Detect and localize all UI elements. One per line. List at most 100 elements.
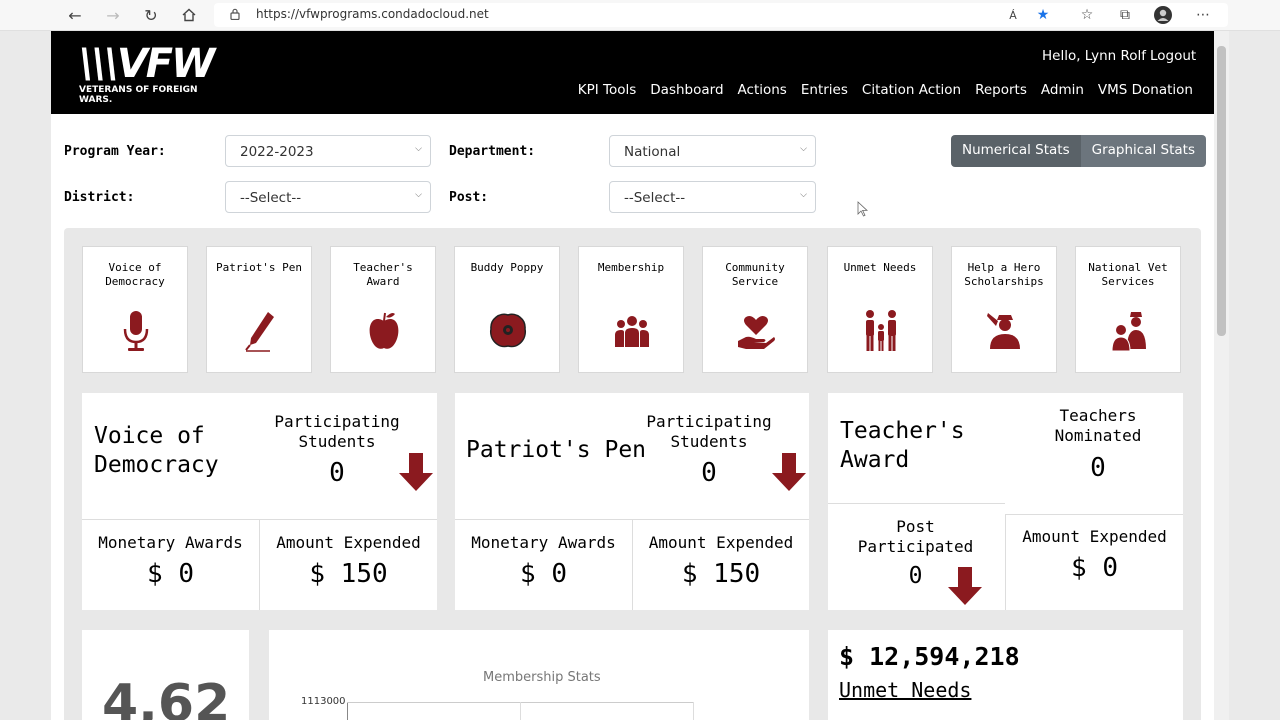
stats-title: Patriot's Pen: [466, 437, 647, 463]
forward-icon[interactable]: →: [101, 4, 125, 26]
district-label: District:: [64, 190, 135, 205]
participating-students-value: 0: [329, 458, 345, 488]
group-icon: [615, 316, 649, 347]
chevron-down-icon: ⌵: [415, 144, 422, 154]
mouse-cursor-icon: [857, 201, 869, 217]
divider: [1005, 514, 1183, 515]
post-participated-value: 0: [908, 563, 923, 589]
unmet-needs-card: $ 12,594,218 Unmet Needs: [828, 630, 1183, 720]
teachers-award-stats: Teacher's Award Teachers Nominated 0 Pos…: [828, 393, 1183, 610]
graphical-stats-button[interactable]: Graphical Stats: [1080, 135, 1206, 167]
amount-expended-value: $ 0: [1071, 553, 1118, 583]
program-year-value: 2022-2023: [240, 144, 314, 160]
down-arrow-icon: [772, 453, 806, 491]
apple-icon: [369, 312, 399, 349]
page: \\\VFW VETERANS OF FOREIGN WARS. Hello, …: [51, 31, 1214, 720]
scrollbar-thumb[interactable]: [1217, 46, 1226, 336]
chevron-down-icon: ⌵: [800, 190, 807, 200]
collections-icon[interactable]: ⧉: [1116, 6, 1134, 24]
right-gutter: [1229, 31, 1280, 720]
card-label: Buddy Poppy: [470, 261, 544, 274]
profile-avatar-icon[interactable]: [1154, 6, 1172, 24]
read-aloud-icon[interactable]: Á: [1004, 6, 1022, 24]
logout-link[interactable]: Logout: [1150, 48, 1196, 64]
monetary-awards-value: $ 0: [520, 559, 567, 589]
card-label: Membership: [597, 261, 665, 274]
amount-expended-label: Amount Expended: [1022, 527, 1167, 546]
reload-icon[interactable]: ↻: [139, 4, 163, 26]
poppy-icon: [489, 313, 527, 348]
stats-title: Teacher's Award: [840, 418, 965, 473]
user-greeting: Hello, Lynn Rolf: [1042, 48, 1147, 64]
post-label: Post:: [449, 190, 489, 205]
heart-hand-icon: [738, 316, 775, 349]
site-header: \\\VFW VETERANS OF FOREIGN WARS. Hello, …: [51, 31, 1214, 114]
voice-of-democracy-stats: Voice of Democracy Participating Student…: [82, 393, 437, 610]
lock-icon: [230, 8, 240, 20]
favorite-star-icon[interactable]: ★: [1034, 6, 1052, 24]
nav-reports[interactable]: Reports: [975, 82, 1027, 98]
stats-title: Voice of Democracy: [94, 423, 219, 478]
post-select[interactable]: --Select-- ⌵: [609, 181, 816, 213]
card-label: Patriot's Pen: [215, 261, 303, 274]
card-label: Teacher's Award: [353, 261, 413, 288]
veterans-icon: [1111, 312, 1146, 352]
monetary-awards-label: Monetary Awards: [471, 533, 616, 552]
stats-view-toggle: Numerical Stats Graphical Stats: [951, 135, 1206, 167]
more-menu-icon[interactable]: ⋯: [1194, 6, 1212, 24]
program-year-label: Program Year:: [64, 144, 166, 159]
amount-expended-value: $ 150: [309, 559, 388, 589]
card-national-vet-services[interactable]: National Vet Services: [1075, 246, 1181, 373]
card-teachers-award[interactable]: Teacher's Award: [330, 246, 436, 373]
unmet-needs-link[interactable]: Unmet Needs: [839, 678, 971, 702]
address-bar[interactable]: https://vfwprograms.condadocloud.net: [214, 3, 1228, 27]
card-voice-of-democracy[interactable]: Voice of Democracy: [82, 246, 188, 373]
gridline: [693, 702, 694, 720]
back-icon[interactable]: ←: [63, 4, 87, 26]
nav-entries[interactable]: Entries: [801, 82, 848, 98]
nav-kpi-tools[interactable]: KPI Tools: [578, 82, 637, 98]
url-text: https://vfwprograms.condadocloud.net: [256, 7, 489, 21]
vfw-logo[interactable]: \\\VFW VETERANS OF FOREIGN WARS.: [79, 44, 229, 105]
favorites-icon[interactable]: ☆: [1078, 6, 1096, 24]
amount-expended-label: Amount Expended: [276, 533, 421, 552]
home-icon[interactable]: [177, 4, 201, 26]
district-select[interactable]: --Select-- ⌵: [225, 181, 431, 213]
numerical-stats-button[interactable]: Numerical Stats: [951, 135, 1081, 167]
card-buddy-poppy[interactable]: Buddy Poppy: [454, 246, 560, 373]
nav-dashboard[interactable]: Dashboard: [650, 82, 723, 98]
dashboard-panel: Voice of Democracy Patriot's Pen Teacher…: [64, 228, 1201, 720]
unmet-needs-amount: $ 12,594,218: [839, 642, 1020, 671]
down-arrow-icon: [948, 567, 982, 605]
page-scrollbar[interactable]: [1214, 31, 1229, 720]
card-membership[interactable]: Membership: [578, 246, 684, 373]
participating-students-label: Participating Students: [274, 412, 400, 451]
chevron-down-icon: ⌵: [800, 144, 807, 154]
nav-admin[interactable]: Admin: [1041, 82, 1084, 98]
nav-vms-donation[interactable]: VMS Donation: [1098, 82, 1193, 98]
program-year-select[interactable]: 2022-2023 ⌵: [225, 135, 431, 167]
card-unmet-needs[interactable]: Unmet Needs: [827, 246, 933, 373]
card-help-a-hero-scholarships[interactable]: Help a Hero Scholarships: [951, 246, 1057, 373]
card-patriots-pen[interactable]: Patriot's Pen: [206, 246, 312, 373]
teachers-nominated-label: Teachers Nominated: [1054, 406, 1142, 445]
left-gutter: [0, 31, 51, 720]
membership-total-card: 4,62: [82, 630, 249, 720]
card-community-service[interactable]: Community Service: [702, 246, 808, 373]
nav-citation-action[interactable]: Citation Action: [862, 82, 961, 98]
chevron-down-icon: ⌵: [415, 190, 422, 200]
district-value: --Select--: [240, 190, 302, 206]
participating-students-value: 0: [701, 458, 717, 488]
monetary-awards-label: Monetary Awards: [98, 533, 243, 552]
card-label: Voice of Democracy: [105, 261, 165, 288]
logo-subtitle: VETERANS OF FOREIGN WARS.: [79, 85, 198, 105]
gridline: [520, 702, 521, 720]
top-nav: KPI Tools Dashboard Actions Entries Cita…: [578, 82, 1193, 98]
y-tick-label: 1113000: [301, 696, 346, 707]
saluting-soldier-icon: [987, 313, 1020, 349]
membership-total-value: 4,62: [102, 674, 231, 720]
nav-actions[interactable]: Actions: [738, 82, 787, 98]
department-select[interactable]: National ⌵: [609, 135, 816, 167]
amount-expended-value: $ 150: [681, 559, 761, 589]
pen-icon: [245, 312, 274, 352]
